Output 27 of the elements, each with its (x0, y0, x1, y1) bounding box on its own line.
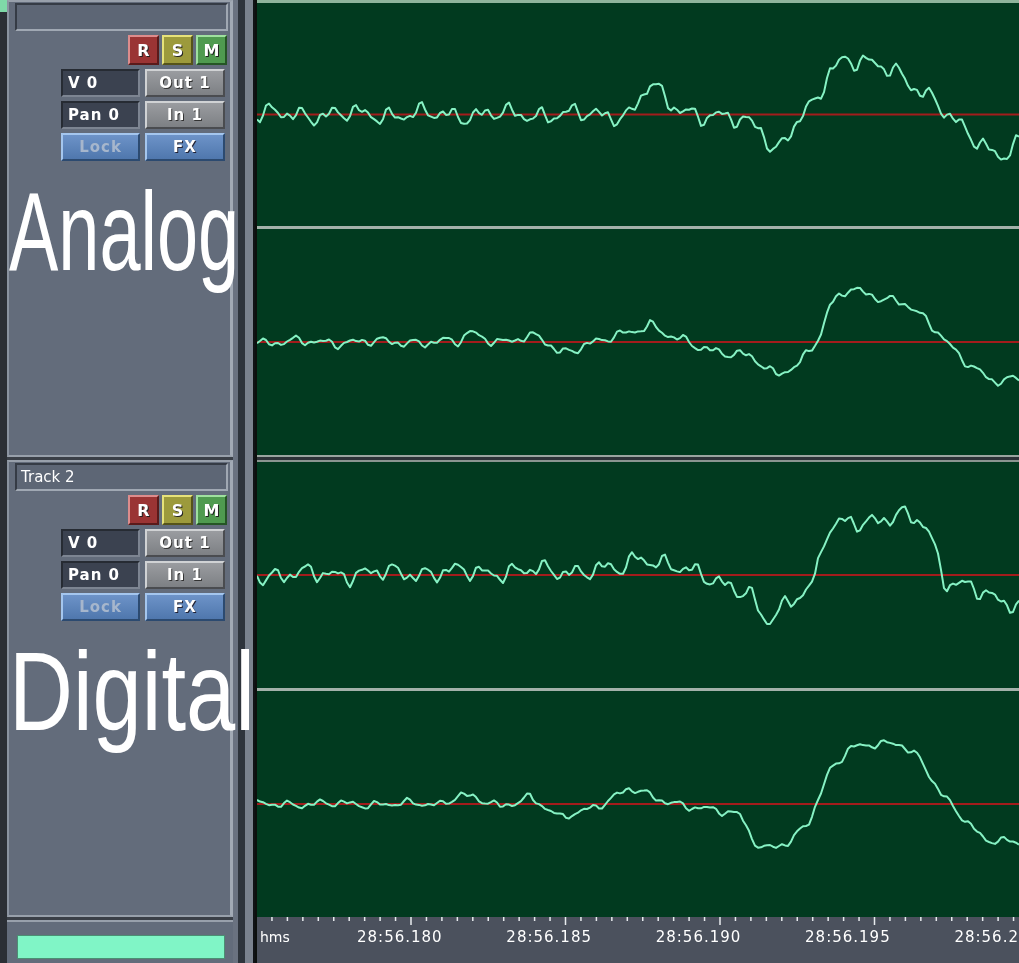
record-button[interactable]: R (128, 495, 159, 525)
input-button[interactable]: In 1 (145, 561, 225, 589)
overlay-caption: Analog (9, 168, 241, 296)
input-button[interactable]: In 1 (145, 101, 225, 129)
volume-field[interactable]: V 0 (61, 529, 140, 557)
output-button[interactable]: Out 1 (145, 529, 225, 557)
fx-button[interactable]: FX (145, 133, 225, 161)
overlay-caption: Digital (9, 628, 256, 756)
mute-button[interactable]: M (196, 495, 227, 525)
time-label: 28:56.185 (506, 928, 592, 946)
pan-field[interactable]: Pan 0 (61, 101, 140, 129)
solo-button[interactable]: S (162, 495, 193, 525)
track-indicator (0, 0, 7, 12)
record-button[interactable]: R (128, 35, 159, 65)
volume-field[interactable]: V 0 (61, 69, 140, 97)
time-label: 28:56.2 (954, 928, 1019, 946)
unit-label: hms (260, 929, 290, 945)
time-label: 28:56.190 (655, 928, 742, 946)
time-label: 28:56.180 (357, 928, 443, 946)
mute-button[interactable]: M (196, 35, 227, 65)
pan-field[interactable]: Pan 0 (61, 561, 140, 589)
track-name-field[interactable] (15, 3, 228, 31)
fx-button[interactable]: FX (145, 593, 225, 621)
time-label: 28:56.195 (805, 928, 891, 946)
solo-button[interactable]: S (162, 35, 193, 65)
track-name-field[interactable]: Track 2 (15, 463, 228, 491)
output-button[interactable]: Out 1 (145, 69, 225, 97)
